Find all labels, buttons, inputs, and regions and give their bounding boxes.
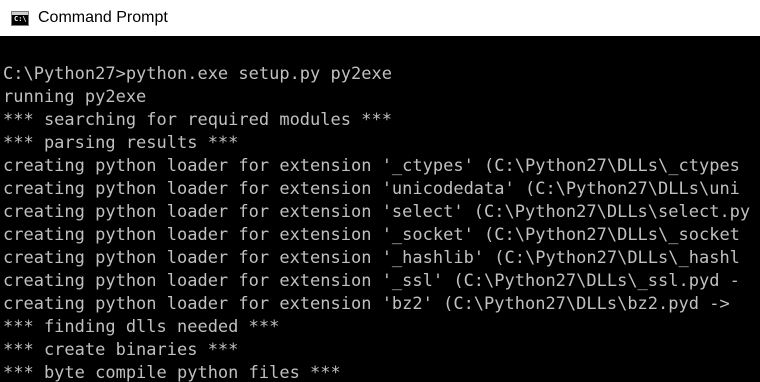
terminal-line: creating python loader for extension '_s… <box>3 225 740 245</box>
terminal-line: *** searching for required modules *** <box>3 110 392 130</box>
window-title: Command Prompt <box>38 9 168 26</box>
terminal-output[interactable]: C:\Python27>python.exe setup.py py2exe r… <box>0 36 760 382</box>
terminal-line: *** byte compile python files *** <box>3 363 341 382</box>
terminal-line: creating python loader for extension '_c… <box>3 156 740 176</box>
title-bar[interactable]: C:\ Command Prompt <box>0 0 760 36</box>
terminal-line: creating python loader for extension 'se… <box>3 202 751 222</box>
cmd-console-icon: C:\ <box>11 10 29 26</box>
terminal-line: creating python loader for extension 'bz… <box>3 294 740 314</box>
terminal-line: creating python loader for extension '_s… <box>3 271 740 291</box>
console-icon-glyph: C:\ <box>14 14 27 23</box>
terminal-line: C:\Python27>python.exe setup.py py2exe <box>3 64 392 84</box>
terminal-line: *** finding dlls needed *** <box>3 317 280 337</box>
terminal-line: creating python loader for extension '_h… <box>3 248 740 268</box>
terminal-line: *** create binaries *** <box>3 340 239 360</box>
command-prompt-window: C:\ Command Prompt C:\Python27>python.ex… <box>0 0 760 382</box>
terminal-line: creating python loader for extension 'un… <box>3 179 740 199</box>
terminal-line: running py2exe <box>3 87 147 107</box>
terminal-line: *** parsing results *** <box>3 133 239 153</box>
